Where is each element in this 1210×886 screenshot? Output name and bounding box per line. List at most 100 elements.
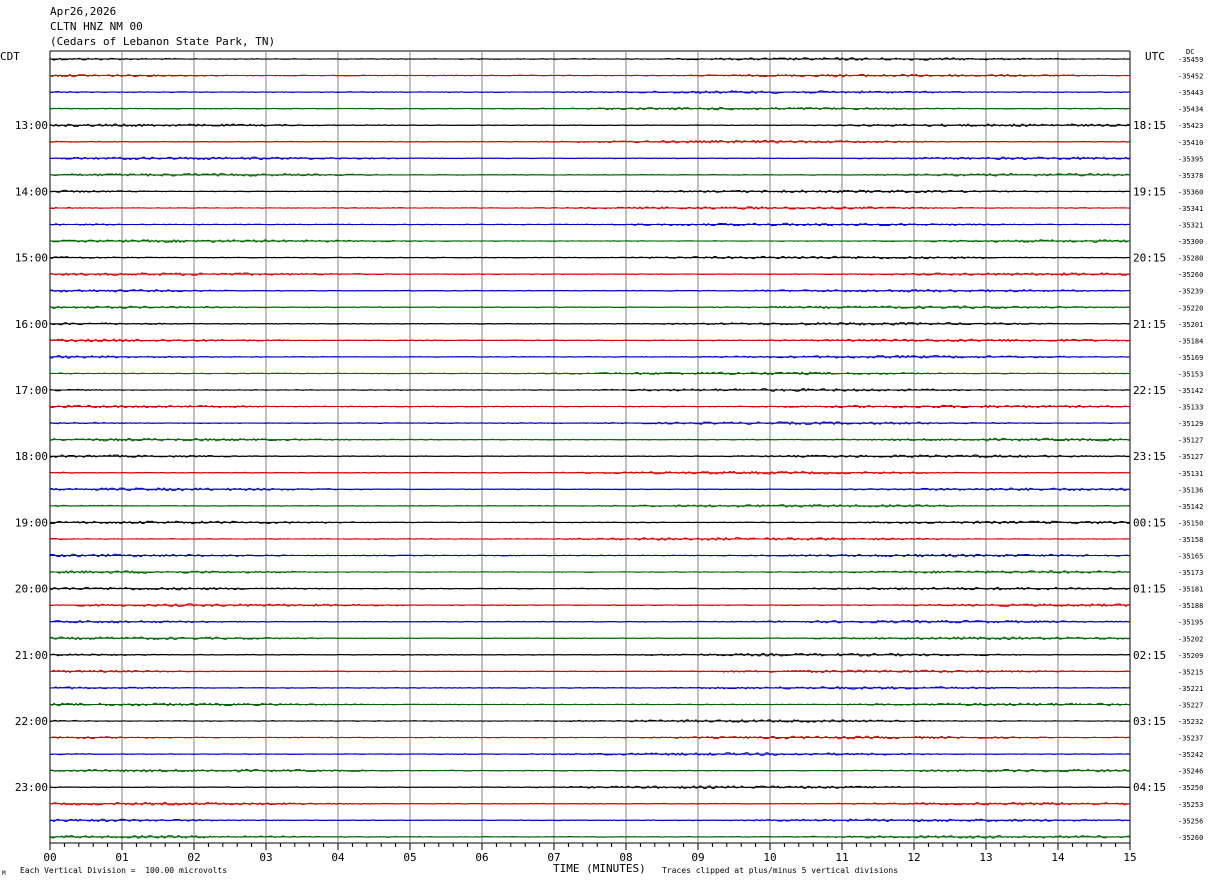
right-hour-label: 19:15 [1133,185,1166,198]
dc-offset-label: -35165 [1178,553,1203,561]
seismic-trace [49,354,1131,359]
right-hour-label: 21:15 [1133,318,1166,331]
dc-offset-label: -35201 [1178,321,1203,329]
seismic-trace [49,139,1131,144]
seismic-trace [49,652,1131,657]
dc-offset-label: -35459 [1178,56,1203,64]
dc-offset-label: -35133 [1178,404,1203,412]
x-tick-label: 09 [691,851,704,864]
dc-offset-label: -35378 [1178,172,1203,180]
seismic-trace [49,271,1131,277]
helicorder-plot: 00 01 02 03 04 05 06 07 08 09 10 11 12 13 14 15-35459-3… [15,50,1203,864]
dc-offset-label: -35300 [1178,238,1203,246]
dc-offset-label: -35158 [1178,536,1203,544]
right-hour-label: 02:15 [1133,649,1166,662]
dc-offset-label: -35250 [1178,784,1203,792]
dc-offset-label: -35242 [1178,751,1203,759]
seismic-trace [49,371,1131,376]
trace-layer [49,57,1131,839]
dc-offset-label: -35434 [1178,106,1203,114]
x-tick-label: 11 [835,851,848,864]
dc-offset-label: -35215 [1178,668,1203,676]
dc-offset-label: -35129 [1178,420,1203,428]
seismic-trace [49,172,1131,177]
dc-offset-label: -35153 [1178,370,1203,378]
seismic-trace [49,321,1131,326]
dc-offset-label: -35232 [1178,718,1203,726]
right-hour-label: 20:15 [1133,252,1166,265]
seismic-trace [49,189,1131,194]
seismic-trace [49,206,1131,210]
right-hour-label: 04:15 [1133,781,1166,794]
seismic-trace [49,834,1131,839]
left-hour-label: 23:00 [15,781,48,794]
left-hour-label: 21:00 [15,649,48,662]
dc-offset-label: -35181 [1178,586,1203,594]
x-tick-label: 15 [1123,851,1136,864]
dc-offset-label: -35246 [1178,768,1203,776]
label-layer: 00 01 02 03 04 05 06 07 08 09 10 11 12 13 14 15-35459-3… [15,56,1203,864]
x-tick-label: 10 [763,851,776,864]
right-hour-label: 01:15 [1133,583,1166,596]
dc-offset-label: -35260 [1178,834,1203,842]
dc-offset-label: -35127 [1178,437,1203,445]
scale-note: Each Vertical Division = 100.00 microvol… [20,866,228,875]
dc-offset-label: -35452 [1178,73,1203,81]
seismic-trace [49,669,1131,674]
dc-offset-label: -35142 [1178,387,1203,395]
dc-offset-label: -35395 [1178,155,1203,163]
x-tick-label: 00 [43,851,56,864]
dc-offset-label: -35127 [1178,453,1203,461]
left-hour-label: 17:00 [15,384,48,397]
dc-offset-label: -35443 [1178,89,1203,97]
x-tick-label: 03 [259,851,272,864]
dc-offset-label: -35202 [1178,635,1203,643]
dc-offset-label: -35256 [1178,817,1203,825]
seismic-trace [49,718,1131,723]
left-hour-label: 14:00 [15,185,48,198]
left-hour-label: 20:00 [15,583,48,596]
left-hour-label: 16:00 [15,318,48,331]
x-axis-title: TIME (MINUTES) [553,862,646,875]
right-hour-label: 18:15 [1133,119,1166,132]
seismic-trace [49,437,1131,442]
dc-offset-label: -35253 [1178,801,1203,809]
dc-offset-label: -35341 [1178,205,1203,213]
left-hour-label: 13:00 [15,119,48,132]
dc-offset-label: -35321 [1178,222,1203,230]
seismic-trace [49,520,1131,525]
right-hour-label: 22:15 [1133,384,1166,397]
dc-offset-label: -35410 [1178,139,1203,147]
x-tick-label: 01 [115,851,128,864]
seismic-trace [49,106,1131,111]
dc-offset-label: -35150 [1178,519,1203,527]
seismic-trace [49,222,1131,227]
dc-offset-label: -35131 [1178,470,1203,478]
corner-mark: M [2,870,6,877]
dc-offset-label: -35142 [1178,503,1203,511]
seismic-trace [49,288,1131,293]
dc-offset-label: -35239 [1178,288,1203,296]
dc-offset-label: -35227 [1178,701,1203,709]
dc-offset-label: -35209 [1178,652,1203,660]
left-hour-label: 18:00 [15,450,48,463]
right-hour-label: 23:15 [1133,450,1166,463]
clip-note: Traces clipped at plus/minus 5 vertical … [662,866,899,875]
x-tick-label: 13 [979,851,992,864]
seismic-trace [49,73,1131,78]
dc-offset-label: -35280 [1178,255,1203,263]
dc-offset-label: -35188 [1178,602,1203,610]
x-tick-label: 14 [1051,851,1065,864]
dc-offset-label: -35184 [1178,337,1203,345]
seismic-trace [49,735,1131,740]
dc-offset-label: -35195 [1178,619,1203,627]
x-tick-label: 12 [907,851,920,864]
right-hour-label: 03:15 [1133,715,1166,728]
dc-offset-label: -35423 [1178,122,1203,130]
left-hour-label: 19:00 [15,516,48,529]
x-tick-label: 06 [475,851,488,864]
x-tick-label: 05 [403,851,416,864]
dc-offset-label: -35237 [1178,735,1203,743]
left-hour-label: 15:00 [15,252,48,265]
x-tick-label: 04 [331,851,345,864]
